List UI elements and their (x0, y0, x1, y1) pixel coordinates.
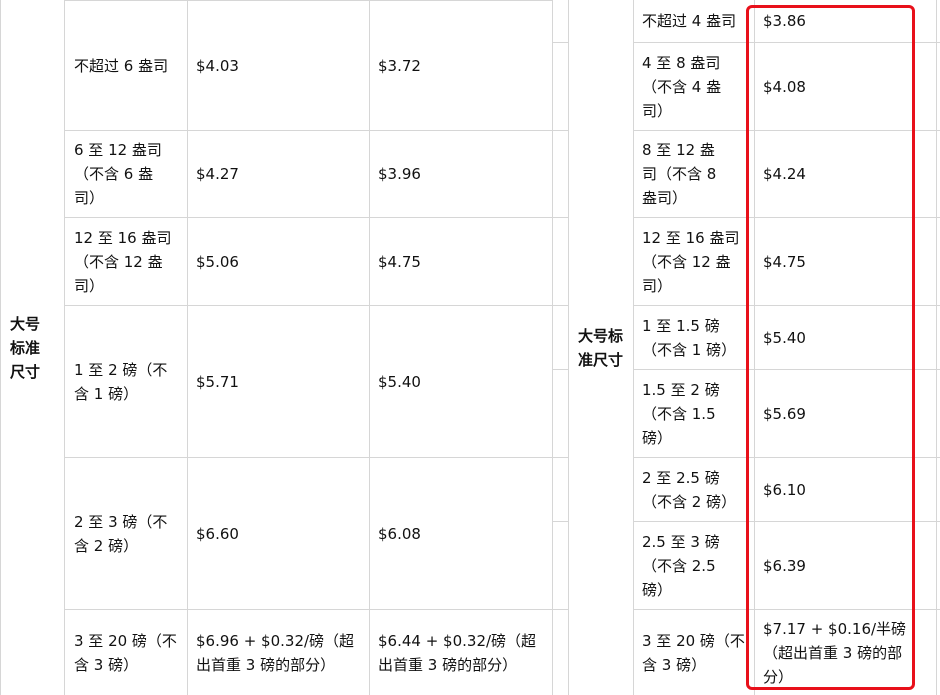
right-row-3-weight: 8 至 12 盎司（不含 8 盎司） (642, 141, 717, 207)
right-row-4-weight: 12 至 16 盎司（不含 12 盎司） (642, 228, 740, 295)
left-row-3-fee-a: $5.06 (196, 252, 239, 271)
left-row-5-weight: 2 至 3 磅（不含 2 磅） (74, 512, 168, 555)
left-row-5-fee-a: $6.60 (196, 524, 239, 543)
right-row-9-weight: 3 至 20 磅（不含 3 磅） (642, 631, 745, 674)
left-row-5-fee-b: $6.08 (378, 524, 421, 543)
left-row-6-fee-b: $6.44 + $0.32/磅（超出首重 3 磅的部分） (378, 631, 537, 674)
left-row-3-fee-b: $4.75 (378, 252, 421, 271)
right-row-1-weight: 不超过 4 盎司 (642, 12, 737, 30)
right-row-2-weight: 4 至 8 盎司（不含 4 盎司） (642, 53, 722, 120)
right-row-8-weight: 2.5 至 3 磅（不含 2.5 磅） (642, 532, 720, 599)
left-row-1-fee-b: $3.72 (378, 56, 421, 75)
left-row-4-fee-a: $5.71 (196, 372, 239, 391)
left-row-1-fee-a: $4.03 (196, 56, 239, 75)
left-category-label: 大号标准尺寸 (10, 314, 41, 381)
right-category-label: 大号标准尺寸 (578, 326, 624, 369)
left-row-1-weight: 不超过 6 盎司 (74, 56, 169, 75)
right-row-5-weight: 1 至 1.5 磅（不含 1 磅） (642, 316, 737, 359)
left-row-2-fee-a: $4.27 (196, 165, 239, 183)
left-row-4-weight: 1 至 2 磅（不含 1 磅） (74, 360, 168, 403)
right-row-7-weight: 2 至 2.5 磅（不含 2 磅） (642, 468, 737, 511)
right-row-6-weight: 1.5 至 2 磅（不含 1.5 磅） (642, 380, 720, 447)
left-row-4-fee-b: $5.40 (378, 372, 421, 391)
left-row-2-weight: 6 至 12 盎司（不含 6 盎司） (74, 141, 162, 207)
highlight-box (746, 5, 915, 690)
left-row-6-weight: 3 至 20 磅（不含 3 磅） (74, 631, 177, 674)
left-row-6-fee-a: $6.96 + $0.32/磅（超出首重 3 磅的部分） (196, 631, 355, 674)
left-row-3-weight: 12 至 16 盎司（不含 12 盎司） (74, 228, 172, 295)
left-row-2-fee-b: $3.96 (378, 165, 421, 183)
